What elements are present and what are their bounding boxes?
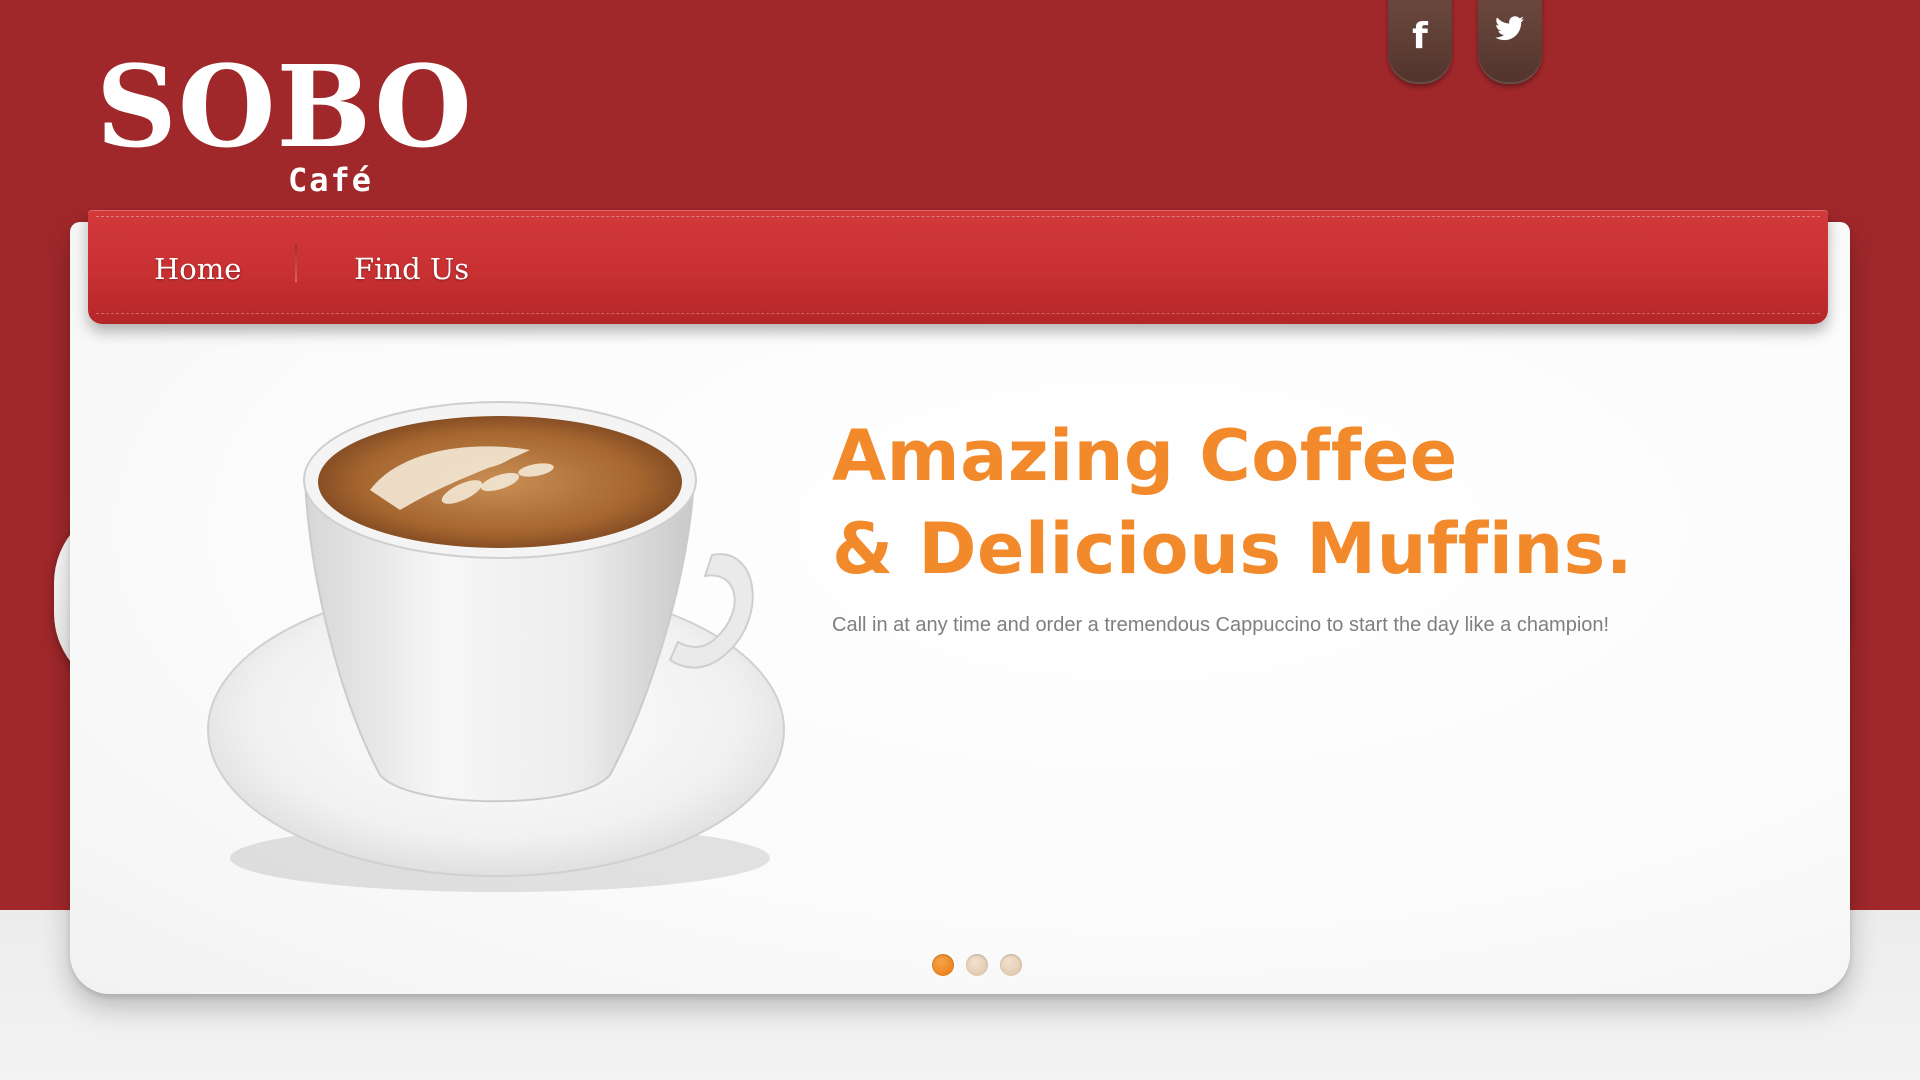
logo-subtitle: Café: [288, 161, 374, 199]
nav-divider: [295, 244, 297, 282]
nav-item-home[interactable]: Home: [154, 250, 241, 288]
slide-headline: Amazing Coffee & Delicious Muffins.: [832, 410, 1732, 596]
slider-dot-2[interactable]: [966, 954, 988, 976]
main-navigation: Home Find Us: [88, 210, 1828, 324]
slider-dot-1[interactable]: [932, 954, 954, 976]
slider-pagination: [932, 954, 1042, 976]
cup-handle: [668, 553, 754, 669]
coffee-cup-image: [207, 401, 785, 892]
twitter-icon: [1478, 16, 1542, 50]
slider-dot-3[interactable]: [1000, 954, 1022, 976]
facebook-link[interactable]: f: [1388, 0, 1452, 84]
site-logo[interactable]: SOBO Café: [96, 52, 472, 202]
headline-line-2: & Delicious Muffins.: [832, 508, 1633, 590]
twitter-link[interactable]: [1478, 0, 1542, 84]
slide-description: Call in at any time and order a tremendo…: [832, 614, 1610, 636]
facebook-icon: f: [1412, 16, 1428, 57]
logo-title: SOBO: [96, 42, 473, 173]
nav-item-find-us[interactable]: Find Us: [354, 250, 469, 288]
twitter-bird-shape: [1495, 16, 1524, 41]
headline-line-1: Amazing Coffee: [832, 415, 1458, 497]
